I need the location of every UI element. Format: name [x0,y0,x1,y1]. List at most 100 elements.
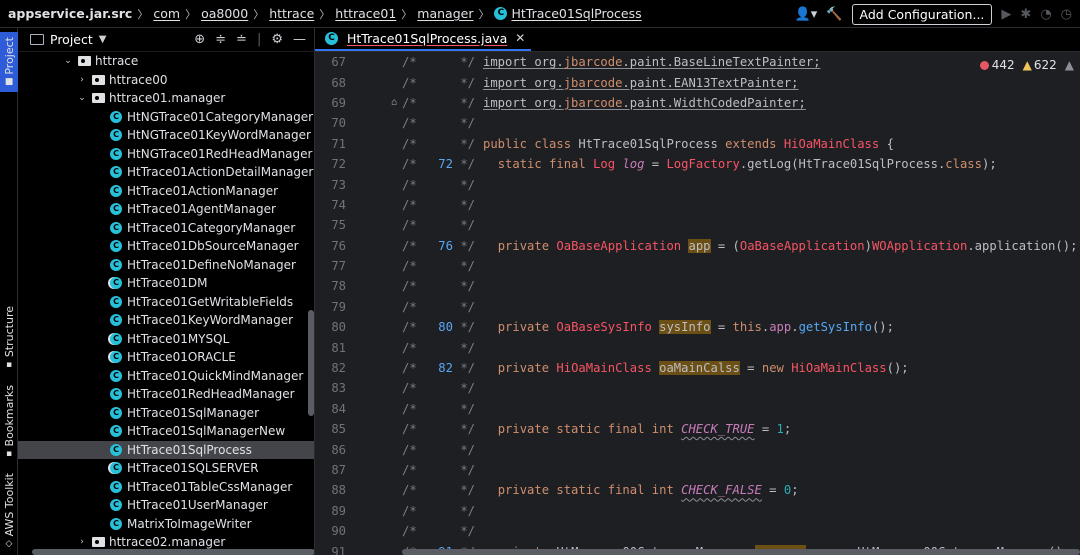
chevron-right-icon[interactable]: › [76,75,88,85]
debug-icon[interactable]: ✱ [1020,7,1031,22]
tree-item-label: HtTrace01DbSourceManager [127,239,299,254]
line-number: 72 [331,157,346,172]
tree-class-row[interactable]: C HtTrace01GetWritableFields [18,293,314,312]
error-count[interactable]: 442 [979,58,1015,72]
breadcrumb-item-oa8000[interactable]: oa8000 [201,6,248,21]
tree-class-row[interactable]: C HtTrace01TableCssManager [18,478,314,497]
project-panel-tools: ⊕ ≑ ≐ | ⚙ — [194,32,306,47]
aws-toolkit-tool-tab[interactable]: AWS Toolkit ◇ [0,468,18,554]
build-hammer-icon[interactable]: 🔨 [826,7,842,22]
comment-close: */ [460,442,475,457]
tree-class-row[interactable]: C HtTrace01QuickMindManager [18,367,314,386]
account-icon[interactable]: 👤▾ [795,7,818,22]
tree-class-row[interactable]: C HtTrace01UserManager [18,496,314,515]
class-icon: C [110,295,122,308]
class-icon: C [110,406,122,419]
structure-tool-tab[interactable]: Structure ▪ [0,298,18,378]
breadcrumb-separator-icon: 〉 [319,7,331,21]
close-icon[interactable]: ✕ [515,31,525,45]
comment-close: 72 */ [438,157,475,172]
navigation-bar: appservice.jar.src 〉 com 〉 oa8000 〉 httr… [0,0,1080,28]
profile-icon[interactable]: ◷ [1061,7,1072,22]
line-number: 89 [331,503,346,518]
comment-open: /* [402,116,417,131]
project-tool-tab[interactable]: Project ■ [0,32,18,92]
class-icon: C [110,425,122,438]
tool-window-stripe: Project ■ Structure ▪ Bookmarks ▪ AWS To… [0,28,18,555]
project-vertical-scrollbar[interactable] [308,310,314,416]
tree-class-row[interactable]: C HtTrace01AgentManager [18,200,314,219]
chevron-down-icon[interactable]: ▼ [99,34,107,45]
project-panel-title[interactable]: Project [50,32,93,47]
editor-tab[interactable]: C HtTrace01SqlProcess.java ✕ [315,28,532,51]
project-panel: Project ▼ ⊕ ≑ ≐ | ⚙ — ⌄ httrace › httrace00… [18,28,315,555]
coverage-icon[interactable]: ◔ [1040,7,1051,22]
fold-icon[interactable]: ⌂ [391,97,397,108]
breadcrumb-item-httrace[interactable]: httrace [269,6,314,21]
source-code: private OaBaseSysInfo sysInfo = this.app… [497,320,894,335]
class-icon: C [110,203,122,216]
toolbar-right: 👤▾ 🔨 Add Configuration... ▶ ✱ ◔ ◷ [795,0,1080,28]
tree-class-row[interactable]: C HtNGTrace01CategoryManager [18,108,314,127]
tree-class-row[interactable]: C HtTrace01SQLSERVER [18,459,314,478]
editor-horizontal-scrollbar[interactable] [402,549,1080,555]
comment-open: /* [402,381,417,396]
collapse-all-icon[interactable]: ≐ [236,32,247,47]
tree-class-row[interactable]: C HtTrace01SqlProcess [18,440,314,459]
class-icon: C [110,517,122,530]
tree-class-row[interactable]: C HtTrace01ActionDetailManager [18,163,314,182]
locate-icon[interactable]: ⊕ [194,32,205,47]
tree-class-row[interactable]: C HtTrace01DbSourceManager [18,237,314,256]
expand-all-icon[interactable]: ≑ [215,32,226,47]
line-number: 80 [331,320,346,335]
tree-class-row[interactable]: C HtNGTrace01RedHeadManager [18,145,314,164]
tree-class-row[interactable]: C HtTrace01RedHeadManager [18,385,314,404]
tree-class-row[interactable]: C MatrixToImageWriter [18,515,314,534]
line-number: 88 [331,483,346,498]
project-horizontal-scrollbar[interactable] [32,549,314,555]
weak-warning-icon[interactable]: ▲ [1065,58,1074,72]
code-line: 87 /* */ [315,460,1080,480]
bookmarks-tool-tab[interactable]: Bookmarks ▪ [0,380,18,464]
tree-class-row[interactable]: C HtTrace01CategoryManager [18,219,314,238]
chevron-down-icon[interactable]: ⌄ [76,93,88,103]
breadcrumb-item-httrace01[interactable]: httrace01 [335,6,396,21]
warning-count[interactable]: ▲ 622 [1023,58,1057,72]
tree-package-row[interactable]: ⌄ httrace [18,52,314,71]
class-icon: C [110,240,122,253]
tree-package-row[interactable]: ⌄ httrace01.manager [18,89,314,108]
aws-icon: ◇ [5,539,13,550]
gear-icon[interactable]: ⚙ [271,32,283,47]
tree-class-row[interactable]: C HtTrace01DefineNoManager [18,256,314,275]
tree-class-row[interactable]: C HtTrace01ORACLE [18,348,314,367]
run-configuration-button[interactable]: Add Configuration... [851,3,993,25]
run-icon[interactable]: ▶ [1001,7,1011,22]
chevron-right-icon[interactable]: › [76,537,88,547]
breadcrumb-item-module[interactable]: appservice.jar.src [8,6,132,21]
bookmark-icon: ▪ [5,449,13,460]
breadcrumb-item-class[interactable]: HtTrace01SqlProcess [511,6,641,21]
tree-package-row[interactable]: › httrace00 [18,71,314,90]
tree-class-row[interactable]: C HtTrace01SqlManager [18,404,314,423]
tree-class-row[interactable]: C HtTrace01ActionManager [18,182,314,201]
tree-item-label: HtTrace01QuickMindManager [127,368,304,383]
source-code: private static final int CHECK_TRUE = 1; [497,422,792,437]
inspection-widget[interactable]: 442 ▲ 622 ▲ [979,58,1074,72]
aws-toolkit-tool-label: AWS Toolkit [2,472,16,537]
class-icon: C [494,7,508,20]
chevron-down-icon[interactable]: ⌄ [62,56,74,66]
code-line: 70 /* */ [315,113,1080,133]
tree-class-row[interactable]: C HtTrace01KeyWordManager [18,311,314,330]
tree-class-row[interactable]: C HtTrace01SqlManagerNew [18,422,314,441]
minimize-icon[interactable]: — [293,32,306,47]
tree-class-row[interactable]: C HtTrace01DM [18,274,314,293]
tree-item-label: HtTrace01KeyWordManager [127,313,294,328]
breadcrumb-item-com[interactable]: com [153,6,180,21]
tree-class-row[interactable]: C HtTrace01MYSQL [18,330,314,349]
code-area[interactable]: 67 /* */ import org.jbarcode.paint.BaseLine… [315,52,1080,555]
line-number: 70 [331,116,346,131]
comment-close: */ [460,381,475,396]
tree-item-label: HtTrace01ActionDetailManager [127,165,314,180]
tree-class-row[interactable]: C HtNGTrace01KeyWordManager [18,126,314,145]
breadcrumb-item-manager[interactable]: manager [417,6,473,21]
